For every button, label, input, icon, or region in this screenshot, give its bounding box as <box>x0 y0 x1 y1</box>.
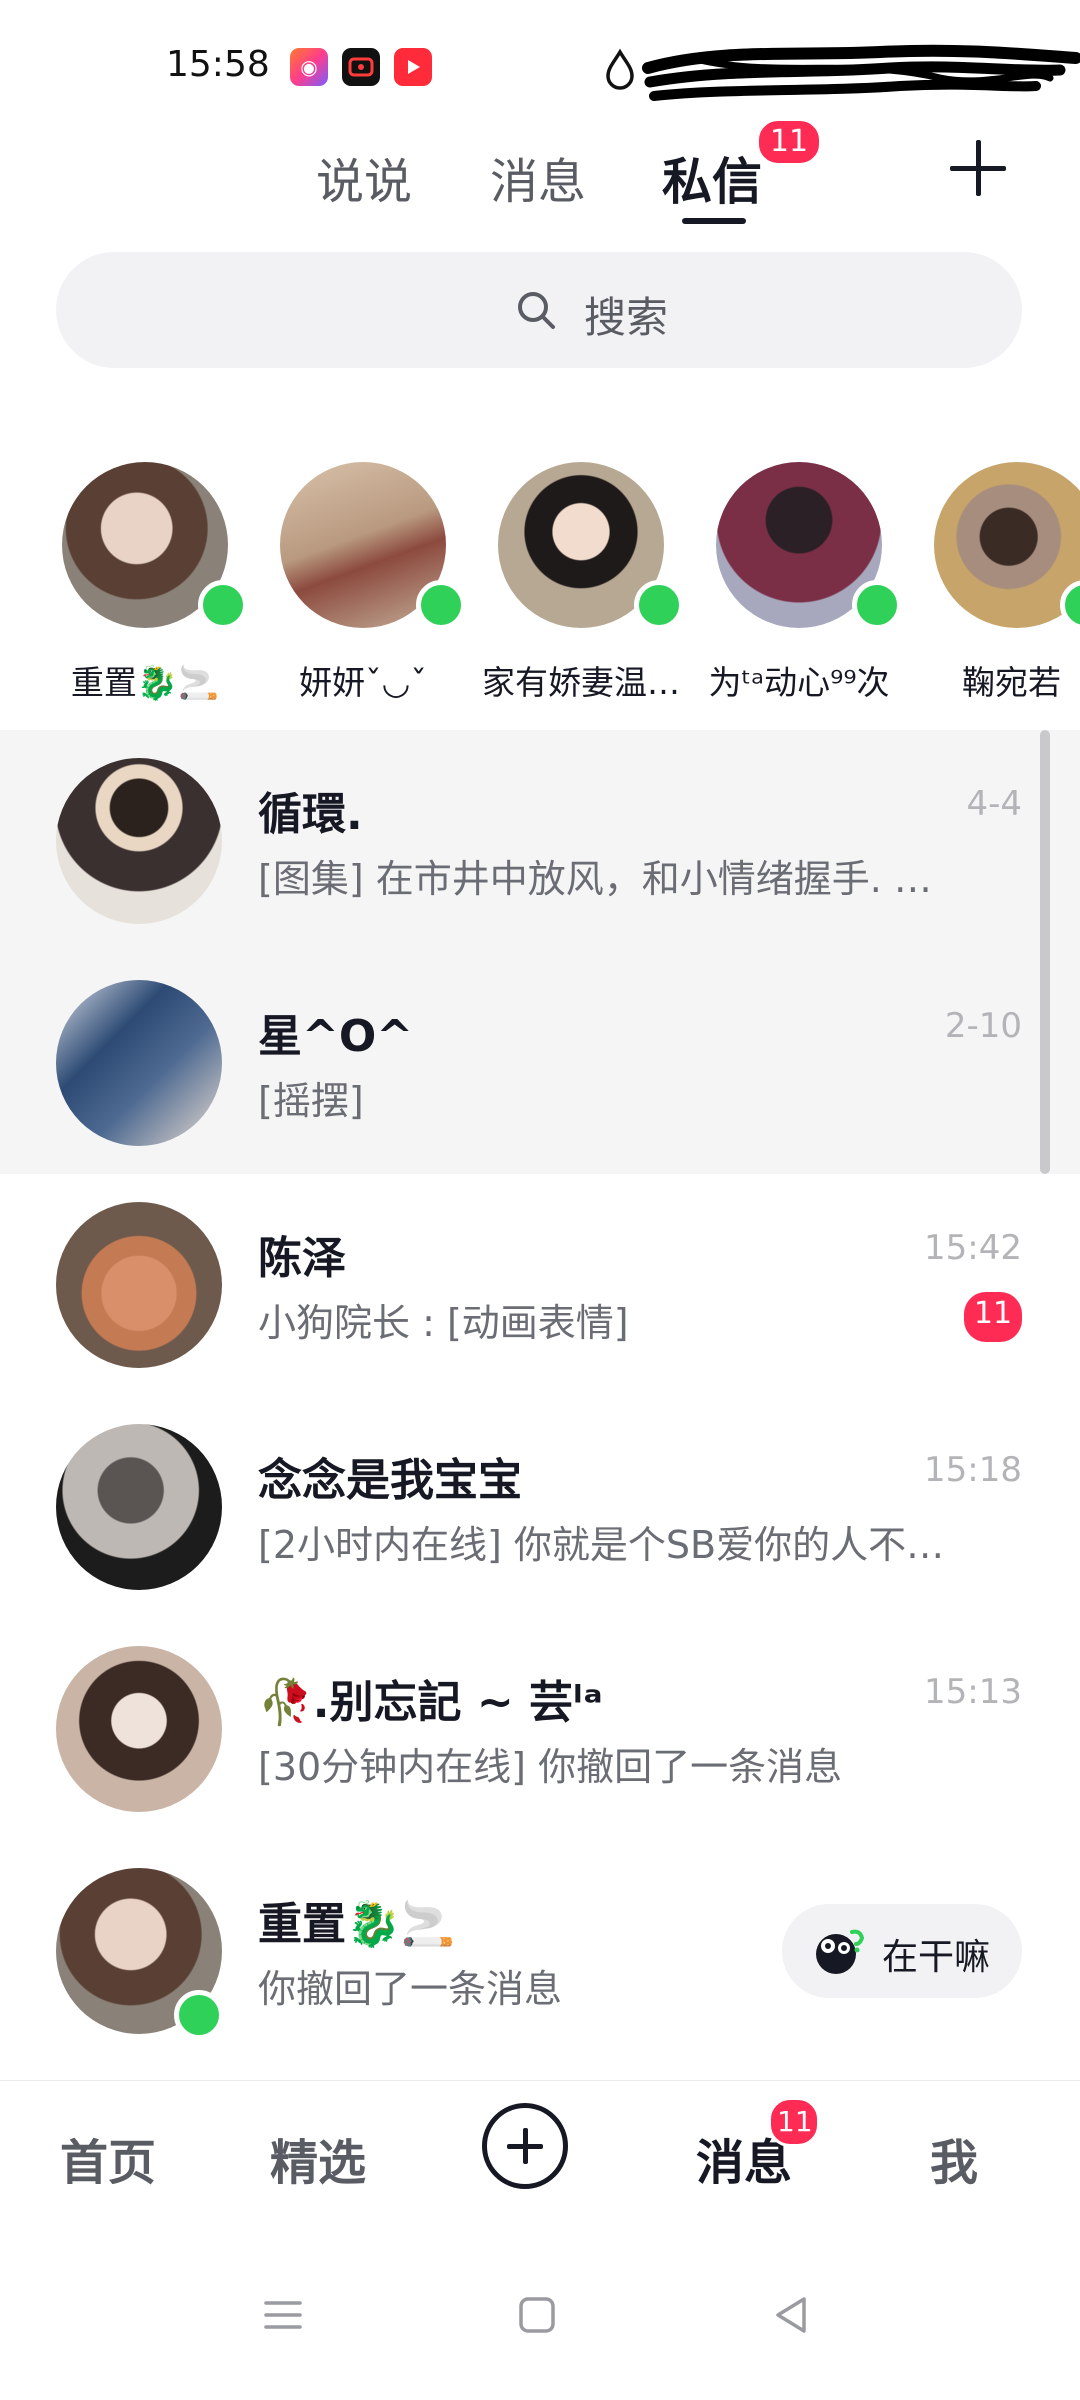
story-name: 妍妍ˇ◡ˇ <box>299 663 427 702</box>
story-name: 鞠宛若 <box>962 663 1061 702</box>
story-name: 重置🐉🚬 <box>70 663 220 702</box>
sticker-face-icon <box>816 1929 865 1974</box>
conversation-title: 重置🐉🚬 <box>258 1899 456 1950</box>
conversation-row[interactable]: 星^O^ [摇摆] 2-10 <box>0 952 1080 1174</box>
nav-featured[interactable]: 精选 <box>270 2123 366 2193</box>
story-name: 为ᵗᵃ动心⁹⁹次 <box>708 663 890 702</box>
video-app-icon <box>394 48 432 86</box>
search-bar[interactable]: 搜索 <box>56 252 1022 368</box>
story-item[interactable]: 为ᵗᵃ动心⁹⁹次 <box>674 460 902 710</box>
search-icon <box>518 292 555 329</box>
nav-unread-badge: 11 <box>768 2097 820 2147</box>
quick-reply-label: 在干嘛 <box>882 1937 991 1978</box>
story-item[interactable]: 家有娇妻温… <box>456 460 684 710</box>
conversation-preview: [2小时内在线] 你就是个SB爱你的人不… <box>258 1523 945 1567</box>
conversation-preview: [图集] 在市井中放风，和小情绪握手. … <box>258 857 932 901</box>
conversation-row[interactable]: 循環. [图集] 在市井中放风，和小情绪握手. … 4-4 <box>0 730 1080 952</box>
active-tab-indicator <box>682 218 746 224</box>
add-icon[interactable] <box>950 140 1006 196</box>
conversation-preview: [摇摆] <box>258 1079 364 1123</box>
story-name: 家有娇妻温… <box>482 663 680 702</box>
top-tabs: 说说 消息 私信 11 <box>0 118 1080 240</box>
status-time: 15:58 <box>166 44 270 85</box>
screen-record-icon <box>342 48 380 86</box>
conversation-list: 循環. [图集] 在市井中放风，和小情绪握手. … 4-4 星^O^ [摇摆] … <box>0 730 1080 2080</box>
conversation-title: 星^O^ <box>258 1011 414 1062</box>
conversation-title: 🥀.别忘記 ~ 芸ˡᵃ <box>258 1677 603 1728</box>
conversation-row[interactable]: 陈泽 小狗院长 : [动画表情] 15:42 11 <box>0 1174 1080 1396</box>
create-button[interactable] <box>482 2103 568 2189</box>
tab-unread-badge: 11 <box>756 118 822 166</box>
tab-shuoshuo[interactable]: 说说 <box>316 142 412 212</box>
avatar <box>56 980 222 1146</box>
conversation-preview: 小狗院长 : [动画表情] <box>258 1301 629 1345</box>
nav-home[interactable]: 首页 <box>60 2123 156 2193</box>
conversation-time: 15:42 <box>924 1228 1022 1268</box>
conversation-time: 15:18 <box>924 1450 1022 1490</box>
home-square-icon[interactable] <box>512 2290 562 2340</box>
story-item[interactable]: 重置🐉🚬 <box>20 460 248 710</box>
conversation-preview: [30分钟内在线] 你撤回了一条消息 <box>258 1745 843 1789</box>
conversation-row[interactable]: 🥀.别忘記 ~ 芸ˡᵃ [30分钟内在线] 你撤回了一条消息 15:13 <box>0 1618 1080 1840</box>
conversation-title: 循環. <box>258 789 363 840</box>
conversation-row[interactable]: 念念是我宝宝 [2小时内在线] 你就是个SB爱你的人不… 15:18 <box>0 1396 1080 1618</box>
conversation-time: 4-4 <box>966 784 1022 824</box>
conversation-title: 陈泽 <box>258 1233 346 1284</box>
tab-messages[interactable]: 消息 <box>490 142 586 212</box>
status-bar: 15:58 ◉ <box>0 0 1080 130</box>
scribble-redaction <box>642 44 1080 101</box>
unread-badge: 11 <box>964 1292 1022 1342</box>
online-friends-row: 重置🐉🚬 妍妍ˇ◡ˇ 家有娇妻温… 为ᵗᵃ动心⁹⁹次 鞠宛若 <box>0 460 1080 710</box>
story-item[interactable]: 妍妍ˇ◡ˇ <box>238 460 466 710</box>
nav-me[interactable]: 我 <box>930 2123 978 2193</box>
bottom-nav: 首页 精选 消息 11 我 <box>0 2080 1080 2241</box>
kuaishou-app-icon: ◉ <box>290 48 328 86</box>
avatar <box>934 462 1080 628</box>
tab-direct-messages[interactable]: 私信 <box>662 142 762 214</box>
conversation-row[interactable]: 重置🐉🚬 你撤回了一条消息 在干嘛 <box>0 1840 1080 2062</box>
online-indicator <box>174 1990 224 2040</box>
quick-reply-button[interactable]: 在干嘛 <box>782 1904 1022 1998</box>
avatar <box>56 1202 222 1368</box>
conversation-title: 念念是我宝宝 <box>258 1455 522 1506</box>
avatar <box>56 1646 222 1812</box>
back-triangle-icon[interactable] <box>766 2290 816 2340</box>
conversation-time: 15:13 <box>924 1672 1022 1712</box>
search-placeholder: 搜索 <box>584 293 669 342</box>
data-drop-icon <box>606 48 634 90</box>
conversation-time: 2-10 <box>944 1006 1022 1046</box>
avatar <box>56 1424 222 1590</box>
story-item[interactable]: 鞠宛若 <box>892 460 1080 710</box>
system-navigation-bar <box>0 2240 1080 2400</box>
menu-icon[interactable] <box>258 2290 308 2340</box>
scrollbar[interactable] <box>1040 730 1050 1174</box>
avatar <box>56 758 222 924</box>
